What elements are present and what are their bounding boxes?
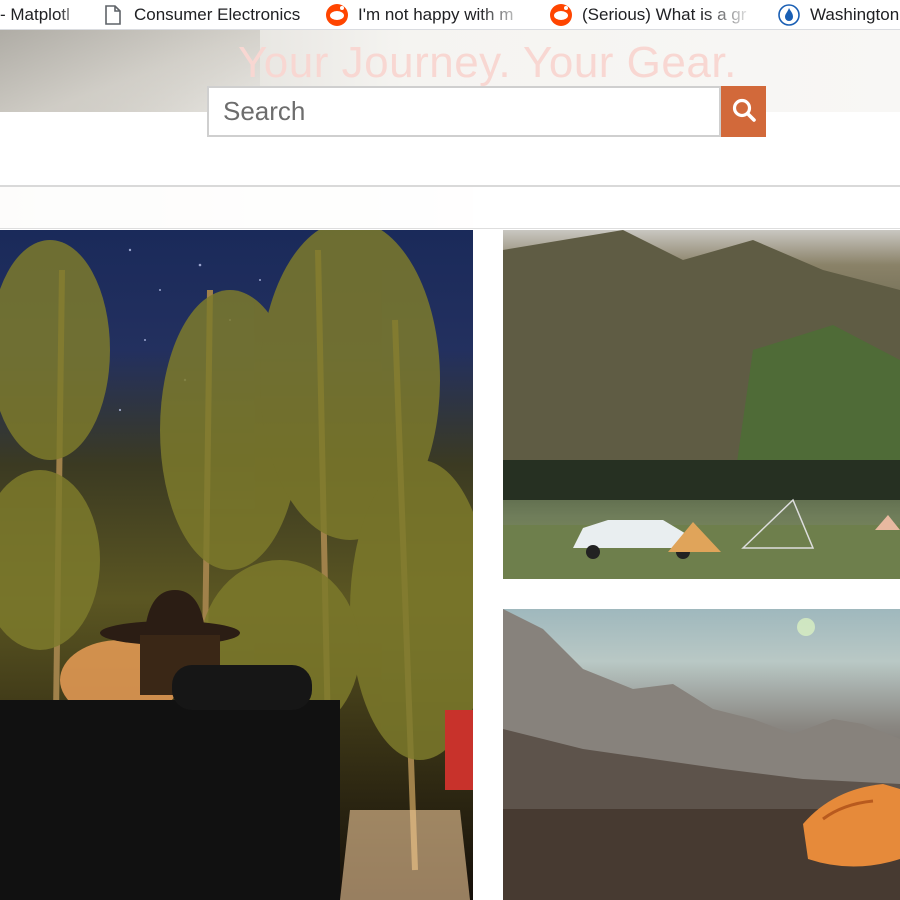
bookmark-consumer-electronics[interactable]: Consumer Electronics — [102, 0, 312, 29]
sticky-nav-bar — [0, 187, 900, 229]
page-icon — [102, 4, 124, 26]
site-tagline: Your Journey. Your Gear. — [238, 38, 737, 87]
bookmark-matplotlib[interactable]: - Matplotl — [0, 0, 86, 29]
bookmark-label: - Matplotl — [0, 4, 70, 24]
bookmark-label: (Serious) What is a gr — [582, 4, 747, 24]
mountain-sleeping-bag-photo[interactable] — [503, 609, 900, 900]
shield-flame-icon — [778, 3, 800, 26]
bookmark-reddit-serious[interactable]: (Serious) What is a gr — [550, 0, 766, 29]
bookmarks-bar: - Matplotl Consumer Electronics I'm not … — [0, 0, 900, 30]
bookmark-label: Consumer Electronics — [134, 4, 301, 24]
bookmark-washington[interactable]: Washington — [778, 0, 900, 29]
bookmark-label: I'm not happy with m — [358, 4, 514, 24]
bookmark-reddit-not-happy[interactable]: I'm not happy with m — [326, 0, 536, 29]
reddit-icon — [550, 3, 572, 26]
campfire-photo[interactable] — [0, 230, 473, 900]
search-icon — [731, 97, 757, 126]
bookmark-label: Washington — [810, 4, 900, 24]
campsite-photo[interactable] — [503, 230, 900, 579]
search-button[interactable] — [721, 86, 766, 137]
reddit-icon — [326, 3, 348, 26]
search-input[interactable] — [207, 86, 721, 137]
